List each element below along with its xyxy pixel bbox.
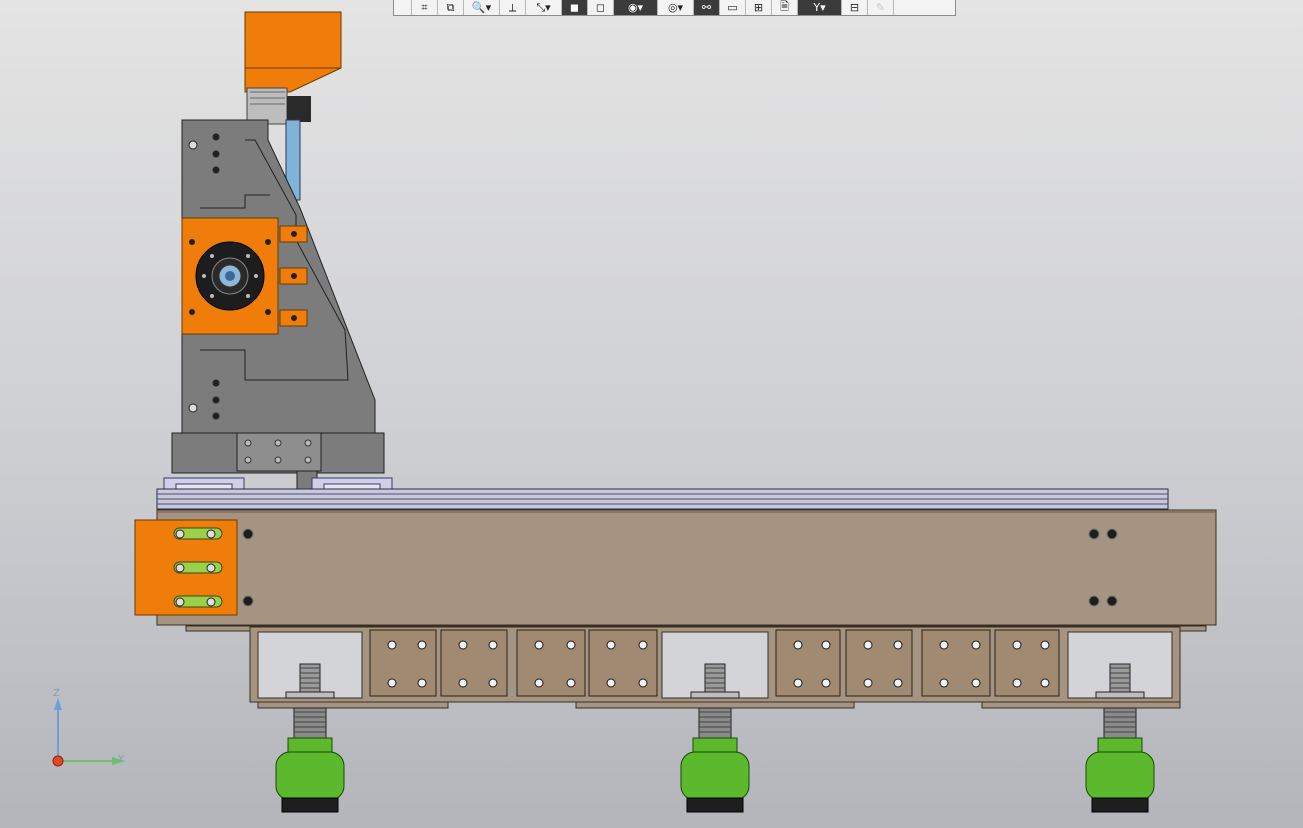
bolt-hole [488,678,498,688]
bolt-hole [893,678,903,688]
section-view-icon: ⧉ [446,0,455,14]
pen-button[interactable]: ✎ [868,0,894,15]
bolt-hole [638,678,648,688]
eye-icon: ◉▾ [627,1,644,14]
filter-frame-icon: ⌗ [421,0,428,14]
frame-bracket [516,629,586,697]
pen-icon: ✎ [875,1,886,14]
bolt-hole [971,678,981,688]
parts-icon: ⊞ [753,1,764,14]
bolt-hole [939,640,949,650]
bolt-hole [566,640,576,650]
frame-bracket [588,629,658,697]
cad-viewport[interactable] [0,0,1303,828]
z-axis-label: Z [53,688,60,699]
bolt-hole [939,678,949,688]
bolt-hole [1012,678,1022,688]
bolt-hole [417,678,427,688]
bolt-hole [387,678,397,688]
measure-icon: ⊟ [849,1,860,14]
frame-bracket [845,629,913,697]
bolt-hole [606,640,616,650]
bolt-hole [566,678,576,688]
bolt-hole [534,678,544,688]
toolbar-edge-button[interactable] [394,0,412,15]
frame-bracket [369,629,437,697]
frame-bracket [994,629,1060,697]
end-plate [134,519,238,616]
component-icon: ▭ [727,1,738,14]
section-view-button[interactable]: ⧉ [438,0,464,15]
view-toolbar: ⌗ ⧉ 🔍▾ ⟂ ⤡▾ ◼ ◻ ◉▾ ◎▾ ⚯ ▭ ⊞ 🗎 Y▾ ⊟ ✎ [393,0,956,16]
axis-triad: Z Y [40,688,140,778]
select-filter-button[interactable]: ⌗ [412,0,438,15]
orientation-button[interactable]: ⟂ [500,0,526,15]
parts-button[interactable]: ⊞ [746,0,772,15]
visibility-dropdown-button[interactable]: ◎▾ [658,0,694,15]
measure-button[interactable]: ⊟ [842,0,868,15]
funnel-icon: Y▾ [813,1,826,14]
axis-origin [52,755,64,767]
bolt-hole [821,640,831,650]
connections-icon: ⚯ [701,1,712,14]
bolt-hole [638,640,648,650]
bolt-hole [793,640,803,650]
zoom-button[interactable]: 🔍▾ [464,0,500,15]
y-axis-label: Y [118,754,125,765]
bolt-hole [606,678,616,688]
filter-dropdown-button[interactable]: Y▾ [798,0,842,15]
bolt-hole [1012,640,1022,650]
bolt-hole [488,640,498,650]
bolt-hole [458,640,468,650]
base-beam [156,509,1217,626]
shaded-cube-icon: ◼ [569,1,580,14]
orientation-icon: ⟂ [508,0,517,14]
linear-rail [156,488,1169,510]
wireframe-cube-icon: ◻ [595,1,606,14]
shaded-display-button[interactable]: ◼ [562,0,588,15]
hide-show-dropdown-button[interactable]: ◉▾ [614,0,658,15]
bolt-hole [863,678,873,688]
bolt-hole [387,640,397,650]
axes-dropdown-button[interactable]: ⤡▾ [526,0,562,15]
wireframe-display-button[interactable]: ◻ [588,0,614,15]
bolt-hole [458,678,468,688]
zoom-icon: 🔍▾ [471,1,492,14]
bolt-hole [793,678,803,688]
connections-button[interactable]: ⚯ [694,0,720,15]
bolt-hole [417,640,427,650]
axis-triad-graphic [52,698,126,767]
document-icon: 🗎 [780,0,789,13]
frame-bracket [440,629,508,697]
document-button[interactable]: 🗎 [772,0,798,15]
eye-outline-icon: ◎▾ [667,1,684,14]
bolt-hole [893,640,903,650]
bolt-hole [1040,678,1050,688]
bolt-hole [863,640,873,650]
axes-icon: ⤡▾ [536,0,551,14]
component-button[interactable]: ▭ [720,0,746,15]
y-motor-plate [181,217,308,335]
bolt-hole [1040,640,1050,650]
bolt-hole [971,640,981,650]
frame-bracket [921,629,991,697]
bolt-hole [821,678,831,688]
frame-bracket [775,629,841,697]
bolt-hole [534,640,544,650]
z-axis-arrow [54,698,62,710]
